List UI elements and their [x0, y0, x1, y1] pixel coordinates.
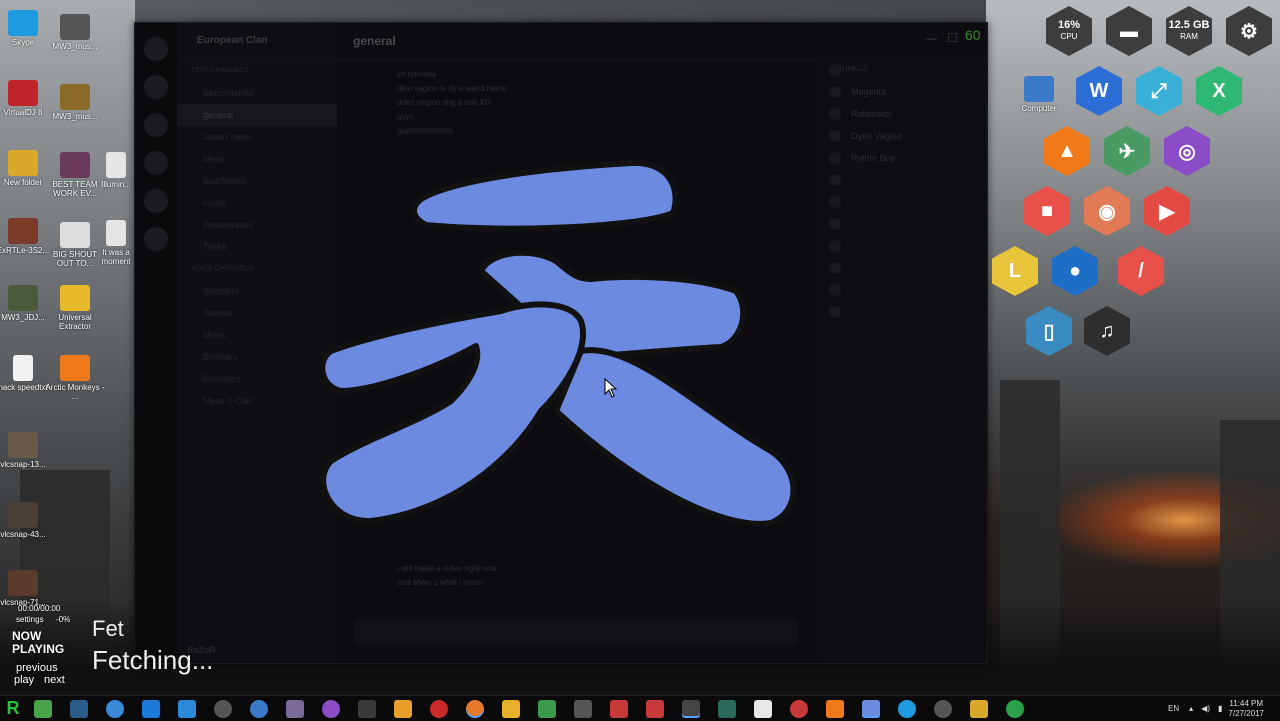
member-item[interactable]: Magenta [817, 81, 987, 103]
explorer-taskbar-icon[interactable] [970, 699, 988, 718]
taskbar-app-icon[interactable] [286, 699, 304, 718]
server-icon[interactable] [144, 227, 168, 251]
channel-item-active[interactable]: general [177, 104, 337, 126]
chat-message: and show u what i mean [397, 578, 484, 587]
desktop-icon-vlcsnap-1[interactable]: vlcsnap-13... [0, 432, 54, 469]
taskbar-app-icon[interactable] [646, 699, 664, 718]
taskbar-app-icon[interactable] [430, 699, 448, 718]
taskbar: R EN ▴ ◀) ▮ 11:44 PM 7/27/2017 [0, 695, 1280, 721]
media-time: 00:00/00:00 [18, 604, 61, 613]
chat-message: i will make a video right now [397, 564, 497, 573]
next-button[interactable]: next [44, 674, 65, 686]
home-server-icon[interactable] [144, 37, 168, 61]
itunes-icon[interactable] [106, 699, 124, 718]
channel-item[interactable]: welcomeinfo [177, 82, 337, 104]
taskbar-app-icon[interactable] [142, 699, 160, 718]
chat-message: does vagino ring a bell XD [397, 98, 491, 107]
taskbar-app-icon[interactable] [754, 699, 772, 718]
fps-badge: 60 [965, 27, 981, 43]
fetching-text: Fet [92, 616, 124, 641]
taskbar-app-icon[interactable] [34, 699, 52, 718]
taskbar-app-icon[interactable] [322, 699, 340, 718]
member-item[interactable]: Rythm Boy [817, 147, 987, 169]
language-indicator[interactable]: EN [1168, 704, 1179, 713]
desktop-icon-computer[interactable]: Computer [1008, 76, 1070, 113]
loading-logo-icon [301, 151, 821, 541]
firefox-taskbar-icon[interactable] [466, 699, 484, 718]
previous-button[interactable]: previous [16, 662, 58, 674]
members-online-header: ONLINE—2 [817, 59, 987, 81]
message-input[interactable] [353, 619, 799, 645]
server-icon[interactable] [144, 151, 168, 175]
desktop-icon-universal-extractor[interactable]: Universal Extractor [44, 285, 106, 331]
member-item[interactable] [817, 213, 987, 235]
clock[interactable]: 11:44 PM 7/27/2017 [1228, 699, 1264, 719]
member-item[interactable]: Raktinator [817, 103, 987, 125]
tray-arrow-icon[interactable]: ▴ [1189, 704, 1193, 713]
system-tray: EN ▴ ◀) ▮ 11:44 PM 7/27/2017 [1168, 696, 1280, 721]
channel-title: general [337, 23, 817, 60]
media-settings[interactable]: settings [16, 615, 44, 624]
server-icon[interactable] [144, 75, 168, 99]
member-item[interactable] [817, 301, 987, 323]
chrome-taskbar-icon[interactable] [1006, 699, 1024, 718]
taskbar-app-icon[interactable] [934, 699, 952, 718]
chat-message: guysssssssssss [397, 126, 454, 135]
server-icon[interactable] [144, 189, 168, 213]
media-widget: 00:00/00:00 settings -0% NOW PLAYING pre… [0, 600, 82, 690]
start-button[interactable]: R [0, 696, 26, 721]
member-item[interactable] [817, 257, 987, 279]
skype-taskbar-icon[interactable] [898, 699, 916, 718]
taskbar-app-icon[interactable] [682, 699, 700, 718]
play-button[interactable]: play [14, 674, 34, 686]
taskbar-app-icon[interactable] [790, 699, 808, 718]
network-icon[interactable]: ▮ [1218, 704, 1222, 713]
vlc-taskbar-icon[interactable] [826, 699, 844, 718]
member-item[interactable] [817, 279, 987, 301]
taskbar-app-icon[interactable] [214, 699, 232, 718]
desktop-icon-mw3-music[interactable]: MW3_mus... [44, 14, 106, 51]
taskbar-app-icon[interactable] [718, 699, 736, 718]
member-item[interactable]: Dyno Vagino [817, 125, 987, 147]
maximize-icon[interactable]: ☐ [947, 31, 958, 45]
desktop-icon-arctic-monkeys[interactable]: Arctic Monkeys - ... [44, 355, 106, 401]
desktop-icon-illumin[interactable]: Illumin... [96, 152, 136, 189]
media-volume: -0% [56, 615, 71, 624]
chat-message: guys [397, 112, 414, 121]
now-playing: NOW PLAYING [12, 629, 65, 656]
fetching-text: Fetching... [92, 645, 214, 675]
desktop-icon-it-was-a-moment[interactable]: It was a moment [96, 220, 136, 266]
chat-message: im homeee [397, 70, 437, 79]
discord-window[interactable]: European Clan TEXT CHANNELS welcomeinfo … [134, 22, 988, 664]
server-icon[interactable] [144, 113, 168, 137]
taskbar-app-icon[interactable] [250, 699, 268, 718]
taskbar-app-icon[interactable] [610, 699, 628, 718]
text-channels-header[interactable]: TEXT CHANNELS [177, 60, 337, 82]
member-list: ONLINE—2 Magenta Raktinator Dyno Vagino … [817, 59, 987, 663]
minimize-icon[interactable]: — [925, 31, 937, 45]
taskbar-app-icon[interactable] [394, 699, 412, 718]
volume-icon[interactable]: ◀) [1201, 704, 1210, 713]
taskbar-app-icon[interactable] [358, 699, 376, 718]
taskbar-app-icon[interactable] [574, 699, 592, 718]
member-item[interactable] [817, 235, 987, 257]
member-item[interactable] [817, 191, 987, 213]
chat-message: dino vagino is rly a weird name [397, 84, 507, 93]
member-item[interactable] [817, 169, 987, 191]
channel-item[interactable]: admin-room [177, 126, 337, 148]
server-name[interactable]: European Clan [177, 23, 337, 60]
desktop-icon-mw3-music-2[interactable]: MW3_mus... [44, 84, 106, 121]
taskbar-app-icon[interactable] [502, 699, 520, 718]
desktop-icon-vlcsnap-2[interactable]: vlcsnap-43... [0, 502, 54, 539]
taskbar-app-icon[interactable] [178, 699, 196, 718]
server-list [135, 23, 177, 663]
steam-icon[interactable] [70, 699, 88, 718]
discord-taskbar-icon[interactable] [862, 699, 880, 718]
taskbar-app-icon[interactable] [538, 699, 556, 718]
mouse-cursor-icon [604, 378, 618, 398]
